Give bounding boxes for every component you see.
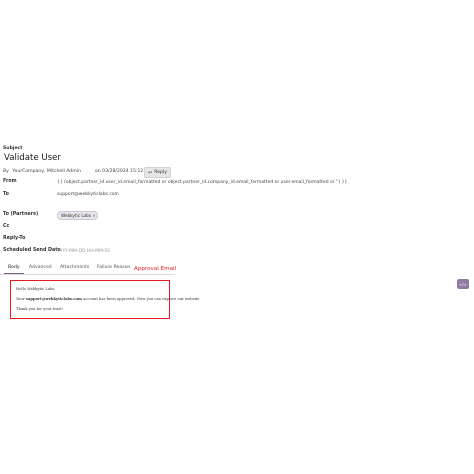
- sent-date: on 03/28/2024 15:12:00: [95, 169, 151, 174]
- email-closing: Thank you for your trust!: [16, 307, 64, 311]
- remove-tag-icon[interactable]: ×: [92, 213, 95, 218]
- author-name: YourCompany, Mitchell Admin: [12, 169, 81, 174]
- tab-failure-reason[interactable]: Failure Reason: [97, 265, 130, 270]
- reply-button[interactable]: ↩ Reply: [144, 167, 171, 178]
- partner-tag[interactable]: Webkytic Labs ×: [57, 211, 99, 220]
- tab-attachments[interactable]: Attachments: [60, 265, 89, 270]
- mail-form: Subject Validate User By YourCompany, Mi…: [0, 0, 474, 474]
- email-address: support@webkyticlabs.com: [25, 297, 82, 301]
- from-label: From: [3, 179, 17, 184]
- email-body: Your support@webkyticlabs.com account ha…: [16, 297, 199, 301]
- email-body-prefix: Your: [16, 297, 25, 301]
- tab-advanced[interactable]: Advanced: [29, 265, 52, 270]
- approval-email-annotation: Approval Email: [134, 266, 177, 272]
- to-label: To: [3, 192, 9, 197]
- by-label: By: [3, 169, 9, 174]
- email-body-editor[interactable]: Hello Webkytic Labs, Your support@webkyt…: [10, 280, 199, 319]
- reply-icon: ↩: [148, 169, 153, 176]
- from-field[interactable]: {{ (object.partner_id.user_id.email_form…: [57, 180, 347, 185]
- scheduled-date-input[interactable]: YYYY-MM-DD HH:MM:SS: [57, 249, 110, 254]
- author-row: By YourCompany, Mitchell Admin: [3, 169, 81, 174]
- subject-label: Subject: [3, 146, 23, 151]
- partner-tag-label: Webkytic Labs: [61, 213, 92, 218]
- scheduled-date-label: Scheduled Send Date: [3, 248, 61, 253]
- code-view-button[interactable]: </>: [457, 279, 469, 289]
- reply-to-label: Reply-To: [3, 236, 26, 241]
- to-partners-label: To (Partners): [3, 212, 39, 217]
- page-title: Validate User: [4, 153, 61, 163]
- to-field[interactable]: support@webkyticlabs.com: [57, 192, 119, 197]
- code-icon: </>: [459, 281, 467, 287]
- reply-label: Reply: [154, 170, 167, 175]
- email-body-suffix: account has been approved, Now you can e…: [83, 297, 200, 301]
- tab-body[interactable]: Body: [4, 265, 24, 274]
- email-greeting: Hello Webkytic Labs,: [16, 287, 56, 291]
- cc-label: Cc: [3, 224, 10, 229]
